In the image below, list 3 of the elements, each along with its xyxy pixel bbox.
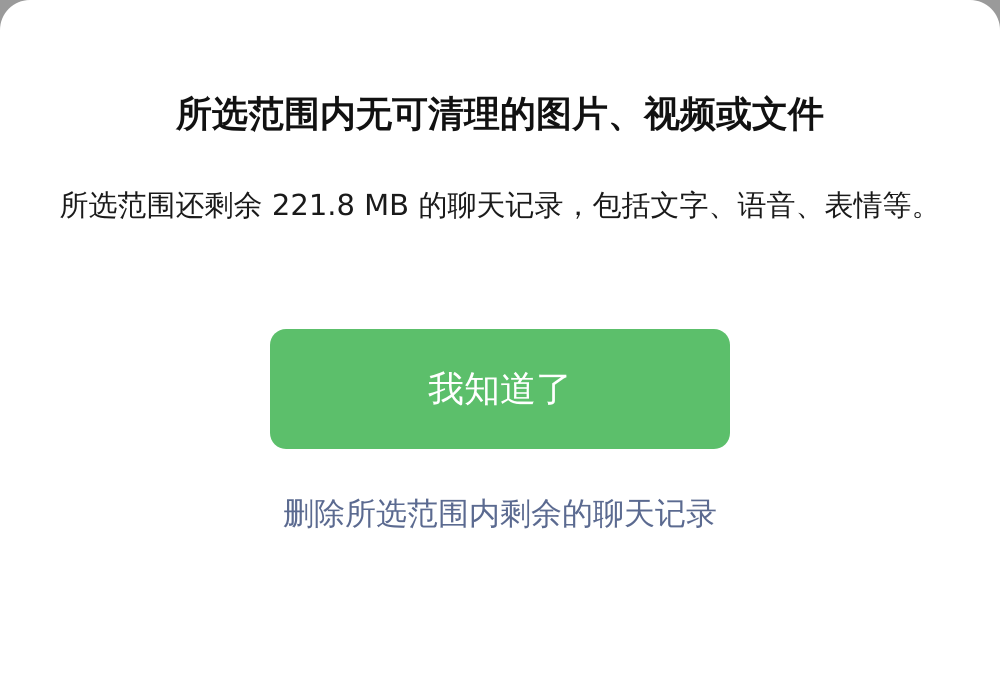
dialog-title: 所选范围内无可清理的图片、视频或文件	[176, 93, 824, 137]
delete-link[interactable]: 删除所选范围内剩余的聊天记录	[283, 493, 717, 535]
dialog-message: 所选范围还剩余 221.8 MB 的聊天记录，包括文字、语音、表情等。	[58, 187, 942, 224]
